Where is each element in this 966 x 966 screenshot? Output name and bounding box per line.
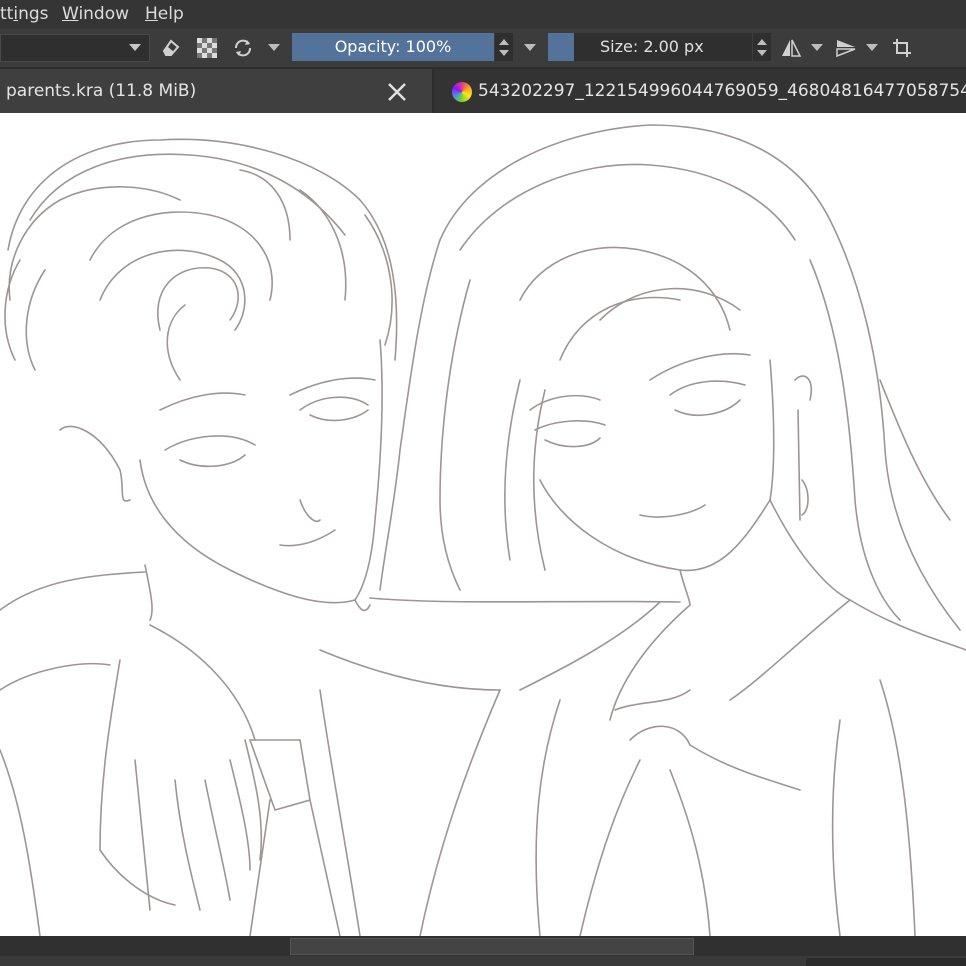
chevron-down-icon[interactable] <box>524 44 536 51</box>
chevron-down-icon[interactable] <box>866 44 878 51</box>
opacity-spinbox[interactable] <box>495 33 513 61</box>
tab-reference-image[interactable]: 543202297_122154996044769059_46804816477… <box>434 69 966 113</box>
chevron-down-icon[interactable] <box>268 44 280 51</box>
opacity-slider[interactable]: Opacity: 100% <box>292 33 494 61</box>
reload-preset-icon[interactable] <box>232 37 254 59</box>
blend-mode-select[interactable] <box>0 34 150 62</box>
tab-parents-kra[interactable]: parents.kra (11.8 MiB) <box>0 69 432 113</box>
wrap-around-icon[interactable] <box>891 37 913 59</box>
tab-title: 543202297_122154996044769059_46804816477… <box>478 81 966 101</box>
menu-help-label: Help <box>145 4 184 24</box>
drawing-canvas[interactable] <box>0 113 966 936</box>
menu-settings-label: ttings <box>0 4 49 24</box>
document-tab-bar: parents.kra (11.8 MiB) 543202297_1221549… <box>0 67 966 113</box>
close-icon[interactable] <box>386 81 408 103</box>
chevron-down-icon[interactable] <box>811 44 823 51</box>
chevron-down-icon <box>129 44 141 51</box>
size-spinbox[interactable] <box>753 33 771 61</box>
scrollbar-thumb[interactable] <box>290 938 694 955</box>
chevron-down-icon <box>757 50 767 56</box>
horizontal-scrollbar[interactable] <box>0 936 966 966</box>
size-label: Size: 2.00 px <box>600 37 704 56</box>
tab-title: parents.kra (11.8 MiB) <box>6 81 197 101</box>
opacity-label: Opacity: 100% <box>334 37 452 56</box>
size-slider-fill <box>548 33 574 61</box>
chevron-up-icon <box>499 39 509 45</box>
chevron-down-icon <box>499 50 509 56</box>
mirror-vertical-icon[interactable] <box>835 37 857 59</box>
sketch-artwork <box>0 124 966 936</box>
brush-toolbar: Opacity: 100% Size: 2.00 px <box>0 29 966 67</box>
menu-window[interactable]: Window <box>62 4 129 24</box>
eraser-icon[interactable] <box>160 37 182 59</box>
menu-bar: ttings Window Help <box>0 0 966 29</box>
chevron-up-icon <box>757 39 767 45</box>
menu-settings[interactable]: ttings <box>0 4 49 24</box>
status-bar-section <box>806 958 966 966</box>
krita-logo-icon <box>452 82 472 102</box>
menu-help[interactable]: Help <box>145 4 184 24</box>
alpha-lock-icon[interactable] <box>196 37 218 59</box>
size-slider[interactable]: Size: 2.00 px <box>548 33 752 61</box>
menu-window-label: Window <box>62 4 130 24</box>
mirror-horizontal-icon[interactable] <box>780 37 802 59</box>
